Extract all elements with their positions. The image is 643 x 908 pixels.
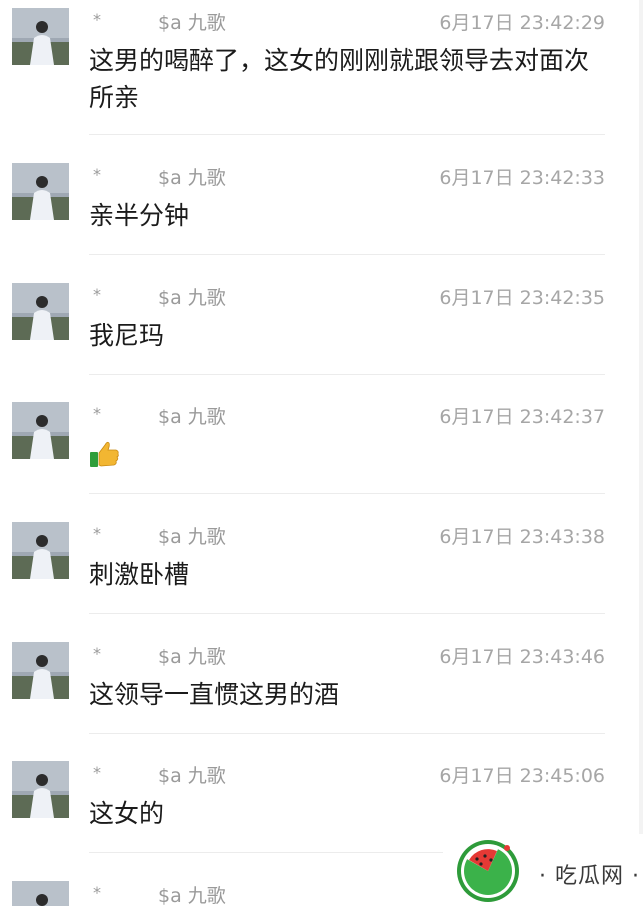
message-item[interactable]: * $a 九歌 6月17日 23:42:29 这男的喝醉了，这女的刚刚就跟领导去…	[0, 4, 643, 124]
avatar[interactable]	[12, 881, 69, 906]
sender-name[interactable]: $a 九歌	[158, 881, 226, 906]
message-item[interactable]: * $a 九歌 6月17日 23:43:46 这领导一直惯这男的酒	[0, 638, 643, 758]
message-time: 6月17日 23:43:46	[439, 646, 605, 668]
sender-star: *	[93, 10, 101, 29]
watermark-text: · 吃瓜网 ·	[539, 864, 640, 889]
sender-name[interactable]: $a 九歌	[158, 522, 226, 549]
message-text[interactable]: 我尼玛	[89, 317, 609, 354]
avatar[interactable]	[12, 402, 69, 459]
sender-name[interactable]: $a 九歌	[158, 761, 226, 788]
sender-star: *	[93, 404, 101, 423]
watermelon-icon	[455, 838, 521, 904]
sender-star: *	[93, 644, 101, 663]
avatar[interactable]	[12, 8, 69, 65]
divider	[89, 613, 605, 614]
sender-star: *	[93, 763, 101, 782]
message-text[interactable]: 这女的	[89, 795, 609, 832]
message-item[interactable]: * $a 九歌 6月17日 23:43:38 刺激卧槽	[0, 518, 643, 638]
watermark: · 吃瓜网 ·	[443, 834, 643, 906]
message-time: 6月17日 23:45:06	[439, 765, 605, 787]
sender-name[interactable]: $a 九歌	[158, 8, 226, 35]
avatar[interactable]	[12, 163, 69, 220]
avatar[interactable]	[12, 761, 69, 818]
message-text[interactable]: 这领导一直惯这男的酒	[89, 676, 609, 713]
message-time: 6月17日 23:42:29	[439, 12, 605, 34]
sender-star: *	[93, 524, 101, 543]
sender-star: *	[93, 883, 101, 902]
message-text[interactable]: 这男的喝醉了，这女的刚刚就跟领导去对面次所亲	[89, 42, 609, 116]
message-text[interactable]: 刺激卧槽	[89, 556, 609, 593]
thumbs-up-icon[interactable]	[89, 438, 121, 470]
message-text[interactable]: 亲半分钟	[89, 197, 609, 234]
divider	[89, 493, 605, 494]
message-time: 6月17日 23:42:37	[439, 406, 605, 428]
avatar[interactable]	[12, 522, 69, 579]
message-time: 6月17日 23:43:38	[439, 526, 605, 548]
divider	[89, 733, 605, 734]
scrollbar[interactable]	[639, 0, 643, 906]
divider	[89, 134, 605, 135]
sender-star: *	[93, 165, 101, 184]
divider	[89, 374, 605, 375]
sender-name[interactable]: $a 九歌	[158, 283, 226, 310]
message-item[interactable]: * $a 九歌 6月17日 23:42:33 亲半分钟	[0, 159, 643, 279]
sender-name[interactable]: $a 九歌	[158, 163, 226, 190]
sender-star: *	[93, 285, 101, 304]
message-time: 6月17日 23:42:35	[439, 287, 605, 309]
sender-name[interactable]: $a 九歌	[158, 642, 226, 669]
divider	[89, 254, 605, 255]
message-time: 6月17日 23:42:33	[439, 167, 605, 189]
sender-name[interactable]: $a 九歌	[158, 402, 226, 429]
avatar[interactable]	[12, 642, 69, 699]
message-item[interactable]: * $a 九歌 6月17日 23:42:35 我尼玛	[0, 279, 643, 399]
avatar[interactable]	[12, 283, 69, 340]
message-item[interactable]: * $a 九歌 6月17日 23:42:37	[0, 398, 643, 518]
